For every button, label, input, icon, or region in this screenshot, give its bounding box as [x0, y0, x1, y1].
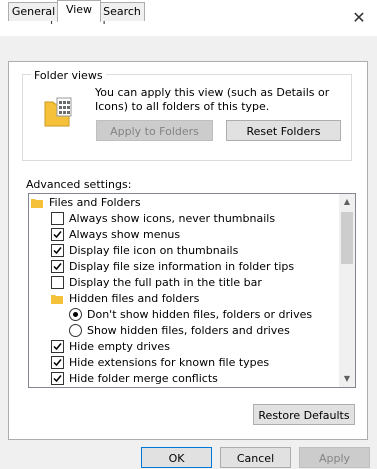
checkbox[interactable]	[51, 372, 64, 385]
option-label: Show hidden files, folders and drives	[87, 324, 290, 337]
ok-button[interactable]: OK	[141, 447, 212, 468]
option-label: Don't show hidden files, folders or driv…	[87, 308, 313, 321]
checkbox[interactable]	[51, 212, 64, 225]
option-label: Always show icons, never thumbnails	[69, 212, 276, 225]
cancel-button[interactable]: Cancel	[220, 447, 291, 468]
option-label: Hide empty drives	[69, 340, 170, 353]
close-icon[interactable]: ✕	[347, 6, 371, 30]
checkbox[interactable]	[51, 340, 64, 353]
apply-to-folders-button[interactable]: Apply to Folders	[96, 120, 213, 141]
option-label: Display file icon on thumbnails	[69, 244, 239, 257]
scroll-down-icon[interactable]: ▼	[339, 371, 355, 387]
checkbox[interactable]	[51, 276, 64, 289]
folder-icon	[51, 293, 63, 304]
tab-search[interactable]: Search	[99, 2, 145, 21]
option-label: Always show menus	[69, 228, 181, 241]
restore-defaults-button[interactable]: Restore Defaults	[253, 404, 355, 425]
checkbox[interactable]	[51, 228, 64, 241]
option-label: Display the full path in the title bar	[69, 276, 262, 289]
checkbox[interactable]	[51, 244, 64, 257]
folder-icon	[31, 197, 43, 208]
reset-folders-button[interactable]: Reset Folders	[226, 120, 341, 141]
checkbox[interactable]	[51, 356, 64, 369]
radio-button[interactable]	[69, 308, 82, 321]
advanced-settings-tree[interactable]: Files and Folders Always show icons, nev…	[28, 193, 356, 388]
tree-label: Hidden files and folders	[69, 292, 200, 305]
tab-view[interactable]: View	[57, 0, 101, 22]
apply-button[interactable]: Apply	[299, 447, 370, 468]
tree-label: Files and Folders	[49, 196, 141, 209]
option-label: Hide folder merge conflicts	[69, 372, 218, 385]
scroll-thumb[interactable]	[341, 212, 353, 264]
scroll-up-icon[interactable]: ▲	[339, 194, 355, 210]
advanced-settings-label: Advanced settings:	[26, 178, 132, 191]
folder-view-icon	[43, 96, 73, 128]
option-label: Display file size information in folder …	[69, 260, 295, 273]
folder-views-description: You can apply this view (such as Details…	[95, 86, 330, 113]
tab-general[interactable]: General	[8, 2, 59, 21]
option-label: Hide extensions for known file types	[69, 356, 270, 369]
vertical-scrollbar[interactable]: ▲ ▼	[339, 194, 355, 387]
checkbox[interactable]	[51, 260, 64, 273]
folder-views-label: Folder views	[31, 69, 106, 82]
radio-button[interactable]	[69, 324, 82, 337]
